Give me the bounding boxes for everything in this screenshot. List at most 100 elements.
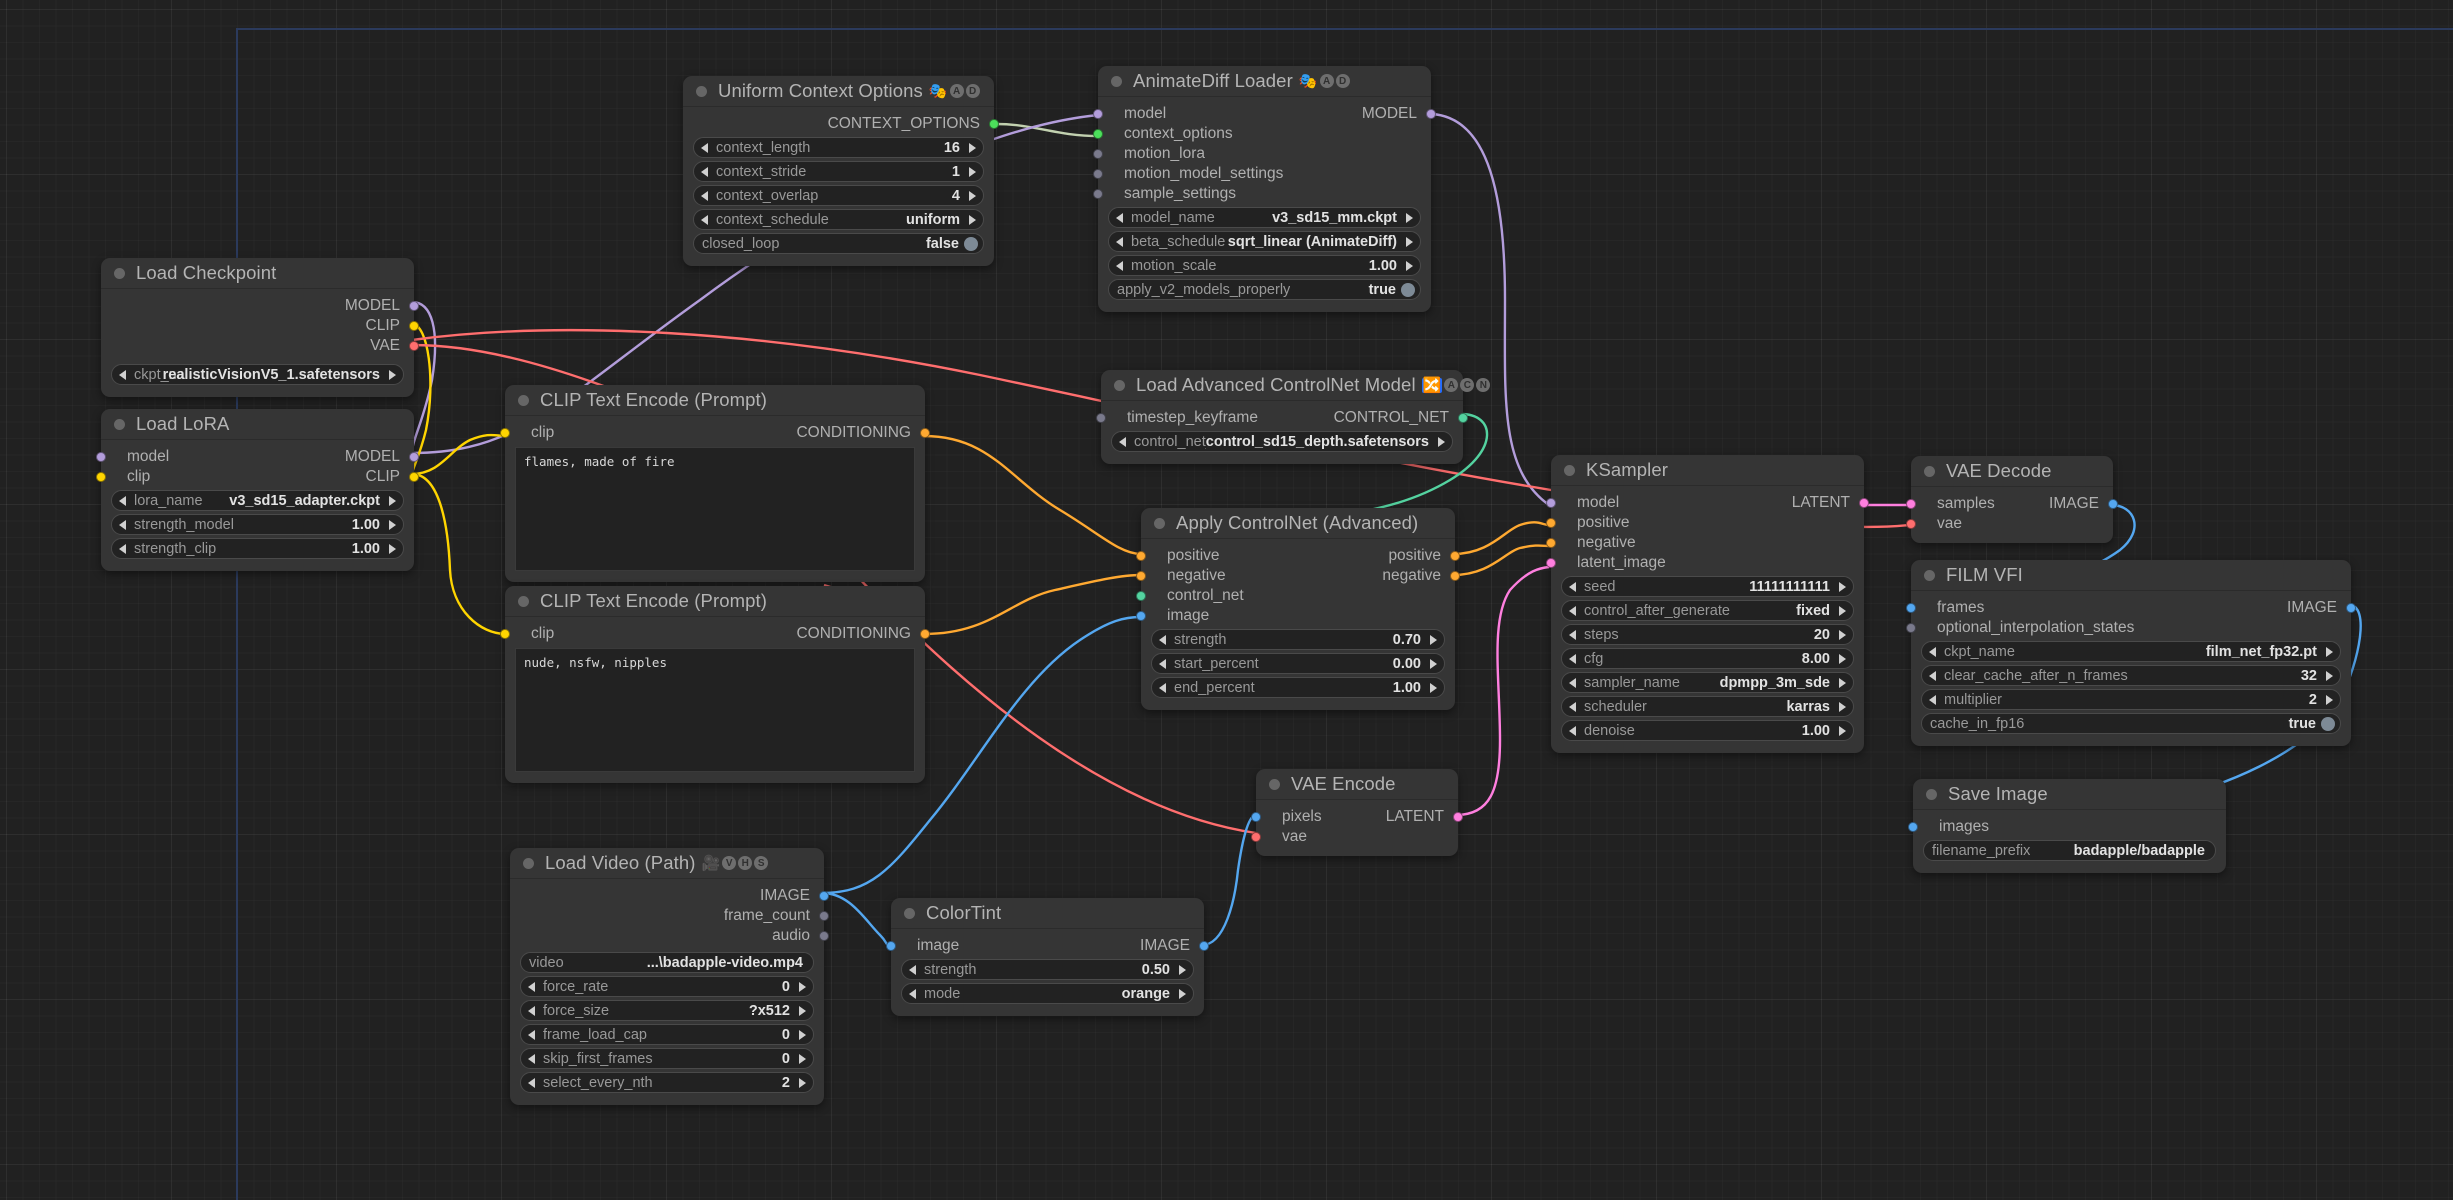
increment-arrow-icon[interactable]: [1179, 965, 1186, 975]
slot-dot-control-net-icon[interactable]: [1136, 591, 1146, 601]
collapse-dot-icon[interactable]: [1154, 518, 1165, 529]
slot-dot-pixels-icon[interactable]: [1251, 812, 1261, 822]
slot-dot-samples-icon[interactable]: [1906, 499, 1916, 509]
increment-arrow-icon[interactable]: [969, 143, 976, 153]
widget-context-schedule[interactable]: context_schedule uniform: [693, 209, 984, 230]
increment-arrow-icon[interactable]: [389, 496, 396, 506]
node-load-checkpoint[interactable]: Load Checkpoint MODEL CLIP VAE ckpt_name…: [101, 258, 414, 397]
input-slot-model[interactable]: model LATENT: [1551, 493, 1864, 513]
widget-control-net-name[interactable]: control_net_name control_sd15_depth.safe…: [1111, 431, 1453, 452]
node-title-bar[interactable]: CLIP Text Encode (Prompt): [505, 586, 925, 617]
increment-arrow-icon[interactable]: [389, 370, 396, 380]
decrement-arrow-icon[interactable]: [1929, 695, 1936, 705]
increment-arrow-icon[interactable]: [1438, 437, 1445, 447]
slot-dot-clip-icon[interactable]: [500, 629, 510, 639]
node-title-bar[interactable]: VAE Decode: [1911, 456, 2113, 487]
node-clip-text-encode-positive[interactable]: CLIP Text Encode (Prompt) clip CONDITION…: [505, 385, 925, 582]
decrement-arrow-icon[interactable]: [1929, 647, 1936, 657]
increment-arrow-icon[interactable]: [799, 982, 806, 992]
widget-force-size[interactable]: force_size ?x512: [520, 1000, 814, 1021]
slot-dot-negative-icon[interactable]: [1546, 538, 1556, 548]
collapse-dot-icon[interactable]: [1924, 466, 1935, 477]
decrement-arrow-icon[interactable]: [119, 496, 126, 506]
increment-arrow-icon[interactable]: [1179, 989, 1186, 999]
widget-value[interactable]: sqrt_linear (AnimateDiff): [1228, 234, 1420, 250]
decrement-arrow-icon[interactable]: [119, 544, 126, 554]
node-title-bar[interactable]: Apply ControlNet (Advanced): [1141, 508, 1455, 539]
slot-dot-images-icon[interactable]: [1908, 822, 1918, 832]
decrement-arrow-icon[interactable]: [1569, 582, 1576, 592]
collapse-dot-icon[interactable]: [1114, 380, 1125, 391]
input-slot-model[interactable]: model MODEL: [101, 447, 414, 467]
widget-beta-schedule[interactable]: beta_schedule sqrt_linear (AnimateDiff): [1108, 231, 1421, 252]
increment-arrow-icon[interactable]: [2326, 671, 2333, 681]
widget-sampler-name[interactable]: sampler_name dpmpp_3m_sde: [1561, 672, 1854, 693]
decrement-arrow-icon[interactable]: [1159, 635, 1166, 645]
node-vae-encode[interactable]: VAE Encode pixels LATENT vae: [1256, 769, 1458, 856]
increment-arrow-icon[interactable]: [1839, 702, 1846, 712]
node-title-bar[interactable]: ColorTint: [891, 898, 1204, 929]
decrement-arrow-icon[interactable]: [1569, 726, 1576, 736]
collapse-dot-icon[interactable]: [114, 419, 125, 430]
increment-arrow-icon[interactable]: [1839, 630, 1846, 640]
input-slot-timestep-keyframe[interactable]: timestep_keyframe CONTROL_NET: [1101, 408, 1463, 428]
input-slot-motion-lora[interactable]: motion_lora: [1098, 144, 1431, 164]
prompt-textarea[interactable]: nude, nsfw, nipples: [515, 648, 915, 772]
decrement-arrow-icon[interactable]: [528, 1030, 535, 1040]
decrement-arrow-icon[interactable]: [909, 989, 916, 999]
input-slot-frames[interactable]: frames IMAGE: [1911, 598, 2351, 618]
input-slot-vae[interactable]: vae: [1256, 827, 1458, 847]
widget-value[interactable]: realisticVisionV5_1.safetensors: [163, 367, 403, 383]
decrement-arrow-icon[interactable]: [1569, 702, 1576, 712]
slot-dot-clip-icon[interactable]: [500, 428, 510, 438]
widget-video[interactable]: video ...\badapple-video.mp4: [520, 952, 814, 973]
increment-arrow-icon[interactable]: [1430, 659, 1437, 669]
slot-dot-context-options-icon[interactable]: [989, 119, 999, 129]
decrement-arrow-icon[interactable]: [119, 520, 126, 530]
slot-dot-context-options-icon[interactable]: [1093, 129, 1103, 139]
node-title-bar[interactable]: Load LoRA: [101, 409, 414, 440]
input-slot-context-options[interactable]: context_options: [1098, 124, 1431, 144]
decrement-arrow-icon[interactable]: [1116, 261, 1123, 271]
slot-dot-model-out-icon[interactable]: [409, 452, 419, 462]
slot-dot-image-icon[interactable]: [819, 891, 829, 901]
collapse-dot-icon[interactable]: [1269, 779, 1280, 790]
node-apply-controlnet-advanced[interactable]: Apply ControlNet (Advanced) positive pos…: [1141, 508, 1455, 710]
slot-dot-vae-icon[interactable]: [1251, 832, 1261, 842]
input-slot-image[interactable]: image IMAGE: [891, 936, 1204, 956]
widget-motion-scale[interactable]: motion_scale 1.00: [1108, 255, 1421, 276]
node-load-advanced-controlnet-model[interactable]: Load Advanced ControlNet Model 🔀 A C N t…: [1101, 370, 1463, 464]
slot-dot-clip-out-icon[interactable]: [409, 472, 419, 482]
slot-dot-frames-icon[interactable]: [1906, 603, 1916, 613]
input-slot-samples[interactable]: samples IMAGE: [1911, 494, 2113, 514]
output-slot-model[interactable]: MODEL: [101, 296, 414, 316]
increment-arrow-icon[interactable]: [1839, 654, 1846, 664]
widget-value[interactable]: v3_sd15_adapter.ckpt: [229, 493, 403, 509]
widget-scheduler[interactable]: scheduler karras: [1561, 696, 1854, 717]
increment-arrow-icon[interactable]: [1839, 726, 1846, 736]
decrement-arrow-icon[interactable]: [701, 143, 708, 153]
widget-clear-cache-after-n-frames[interactable]: clear_cache_after_n_frames 32: [1921, 665, 2341, 686]
widget-end-percent[interactable]: end_percent 1.00: [1151, 677, 1445, 698]
widget-value[interactable]: 4: [952, 188, 983, 204]
node-title-bar[interactable]: Uniform Context Options 🎭 A D: [683, 76, 994, 107]
node-animatediff-loader[interactable]: AnimateDiff Loader 🎭 A D model MODEL: [1098, 66, 1431, 312]
widget-lora-name[interactable]: lora_name v3_sd15_adapter.ckpt: [111, 490, 404, 511]
slot-dot-frame-count-icon[interactable]: [819, 911, 829, 921]
input-slot-clip[interactable]: clip CONDITIONING: [505, 423, 925, 443]
input-slot-model[interactable]: model MODEL: [1098, 104, 1431, 124]
node-ksampler[interactable]: KSampler model LATENT positive negative: [1551, 455, 1864, 753]
node-uniform-context-options[interactable]: Uniform Context Options 🎭 A D CONTEXT_OP…: [683, 76, 994, 266]
decrement-arrow-icon[interactable]: [119, 370, 126, 380]
increment-arrow-icon[interactable]: [1839, 582, 1846, 592]
slot-dot-conditioning-icon[interactable]: [920, 629, 930, 639]
widget-context-length[interactable]: context_length 16: [693, 137, 984, 158]
node-clip-text-encode-negative[interactable]: CLIP Text Encode (Prompt) clip CONDITION…: [505, 586, 925, 783]
decrement-arrow-icon[interactable]: [528, 1006, 535, 1016]
increment-arrow-icon[interactable]: [969, 167, 976, 177]
slot-dot-negative-icon[interactable]: [1136, 571, 1146, 581]
output-slot-image[interactable]: IMAGE: [510, 886, 824, 906]
increment-arrow-icon[interactable]: [1430, 683, 1437, 693]
widget-filename-prefix[interactable]: filename_prefix badapple/badapple: [1923, 840, 2216, 861]
widget-value[interactable]: 1: [952, 164, 983, 180]
